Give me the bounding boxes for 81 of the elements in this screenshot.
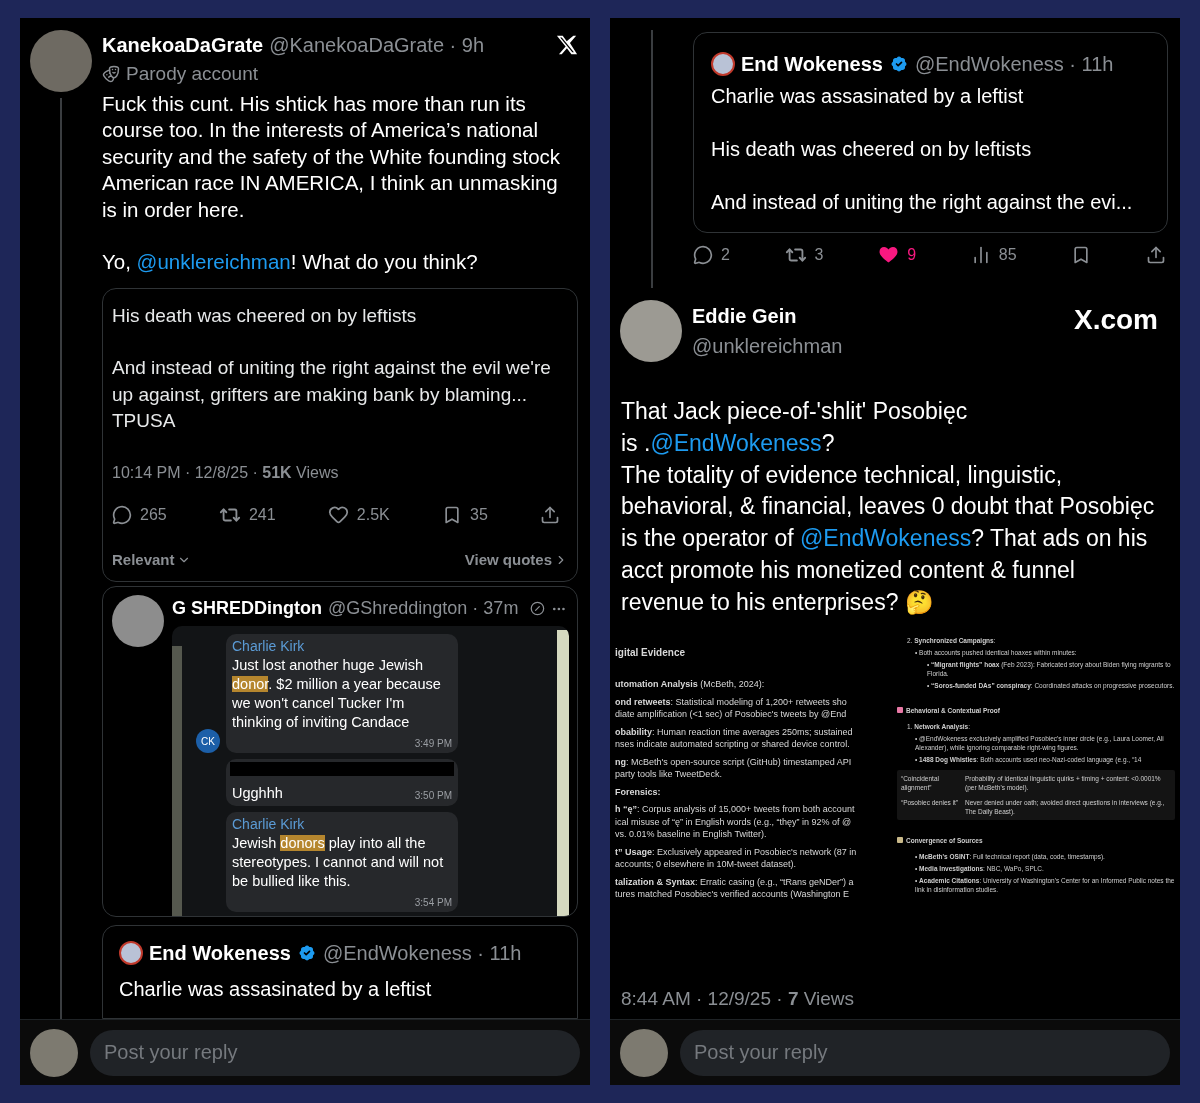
- author-name: Eddie Gein: [692, 304, 798, 329]
- share-icon: [540, 504, 560, 525]
- chat-time: 3:49 PM: [414, 738, 452, 750]
- like-action[interactable]: 2.5K: [327, 502, 390, 527]
- post-meta: @EndWokeness · 11h: [914, 52, 1114, 77]
- post-meta: @EndWokeness · 11h: [322, 941, 522, 966]
- chat-message: Jewish donors play into all the stereotypes. I cannot and will not be bullied like this.: [232, 834, 445, 891]
- heart-icon: [327, 504, 349, 525]
- reply-icon: [693, 244, 713, 265]
- document-text: utomation Analysis (McBeth, 2024):: [615, 678, 766, 691]
- post-text: Fuck this cunt. His shtick has more than run its course too. In the interests of America’s national security and the safety of the White founding stock American race IN AMERICA, I think an unmasking is in order here.: [102, 90, 562, 223]
- post-text: His death was cheered on by leftists: [112, 303, 418, 328]
- document-heading: igital Evidence: [615, 646, 687, 660]
- document-text: Forensics:: [615, 785, 662, 799]
- avatar[interactable]: [620, 1028, 668, 1077]
- post-text: And instead of uniting the right against the evi...: [711, 190, 1134, 215]
- author-handle: @unklereichman: [692, 334, 843, 359]
- document-text: diate amplification (<1 sec) of Posobiec's tweets by @End: [615, 708, 848, 721]
- chat-avatar: CK: [196, 729, 220, 753]
- mask-icon: [102, 65, 120, 84]
- reply-input[interactable]: Post your reply: [680, 1029, 1170, 1076]
- chat-sender: Charlie Kirk: [232, 815, 306, 834]
- document-text: tures matched Posobiec's verified accounts (Washington E: [615, 888, 850, 901]
- like-action[interactable]: 9: [878, 242, 917, 267]
- document-text: party tools like TweetDeck.: [615, 768, 723, 781]
- repost-action[interactable]: 241: [218, 502, 276, 527]
- post-text: His death was cheered on by leftists: [711, 137, 1033, 162]
- mention-link[interactable]: @unklereichman: [136, 250, 291, 273]
- document-text: nses indicate automated scripting or shared device control.: [615, 738, 851, 751]
- author-name: KanekoaDaGrate: [102, 33, 264, 58]
- share-action[interactable]: [1145, 244, 1166, 265]
- reply-input[interactable]: Post your reply: [90, 1029, 580, 1076]
- share-action[interactable]: [540, 504, 560, 525]
- view-quotes-link[interactable]: View quotes: [464, 548, 568, 571]
- reply-action[interactable]: 265: [112, 502, 167, 527]
- post-text: The totality of evidence technical, linguistic, behavioral, & financial, leaves 0 doubt that Posobięc is the operator of @EndWokeness? That ads on his acct promote his monetized content & funnel revenue to his enterprises? 🤔: [621, 460, 1156, 617]
- post-meta: @GShreddington · 37m: [328, 597, 519, 620]
- document-text: obability: Human reaction time averages 250ms; sustained: [615, 725, 854, 739]
- parody-label: Parody account: [126, 62, 259, 86]
- post-text: That Jack piece-of-'shlit' Posobięc: [621, 397, 969, 426]
- avatar[interactable]: [112, 595, 164, 647]
- document-text: vs. 0.01% baseline in English Twitter).: [615, 828, 768, 841]
- author-name: G SHREDDington: [172, 597, 322, 620]
- author-name: End Wokeness: [149, 941, 291, 966]
- views-action[interactable]: 85: [970, 242, 1017, 267]
- mention-link[interactable]: @EndWokeness: [650, 429, 822, 456]
- x-logo-icon: [556, 34, 578, 56]
- post-text: Yo, @unklereichman! What do you think?: [102, 249, 479, 275]
- avatar: [119, 941, 143, 965]
- repost-action[interactable]: 3: [784, 242, 824, 267]
- post-text: is .@EndWokeness?: [621, 428, 836, 458]
- author-name: End Wokeness: [741, 52, 883, 77]
- document-text: accounts; 0 elsewhere in 10M-tweet dataset).: [615, 858, 798, 871]
- bookmark-action[interactable]: 35: [442, 502, 488, 527]
- chat-sender: Charlie Kirk: [232, 637, 306, 656]
- reply-action[interactable]: 2: [693, 242, 730, 267]
- document-text: ng: McBeth's open-source script (GitHub) timestamped API: [615, 755, 853, 769]
- chat-time: 3:50 PM: [414, 790, 452, 802]
- avatar[interactable]: [30, 1028, 78, 1077]
- document-text: talization & Syntax: Erratic casing (e.g., “tRans geNDer”) a: [615, 875, 855, 889]
- heart-icon: [878, 244, 900, 265]
- document-text: h “ę”: Corpus analysis of 15,000+ tweets from both account: [615, 803, 856, 816]
- reply-icon: [112, 504, 132, 525]
- share-icon: [1145, 244, 1166, 265]
- post-text: Charlie was assasinated by a leftist: [119, 977, 433, 1002]
- slashed-circle-icon: [530, 600, 546, 617]
- post-text: Charlie was assasinated by a leftist: [711, 84, 1025, 109]
- document-text: ical misuse of “ę” in English words (e.g., “thęy” in 92% of @: [615, 815, 853, 829]
- post-meta: @KanekoaDaGrate · 9h: [269, 33, 485, 58]
- chat-message: Ugghhh: [232, 784, 283, 803]
- avatar: [711, 52, 735, 76]
- chat-time: 3:54 PM: [414, 897, 452, 909]
- document-text: ond retweets: Statistical modeling of 1,200+ retweets sho: [615, 695, 848, 709]
- document-text: t” Usage: Exclusively appeared in Posobiec's network (87 in: [615, 845, 858, 859]
- mention-link[interactable]: @EndWokeness: [800, 525, 972, 552]
- post-timestamp: 10:14 PM · 12/8/25 · 51K Views: [112, 462, 340, 483]
- bookmark-icon: [442, 504, 462, 525]
- sort-dropdown[interactable]: Relevant: [112, 548, 191, 571]
- post-timestamp: 8:44 AM · 12/9/25 · 7 Views: [620, 986, 856, 1011]
- post-text: And instead of uniting the right against the evil we're up against, grifters are making bank by blaming... TPUSA: [112, 356, 552, 433]
- site-logo: X.com: [1073, 303, 1158, 337]
